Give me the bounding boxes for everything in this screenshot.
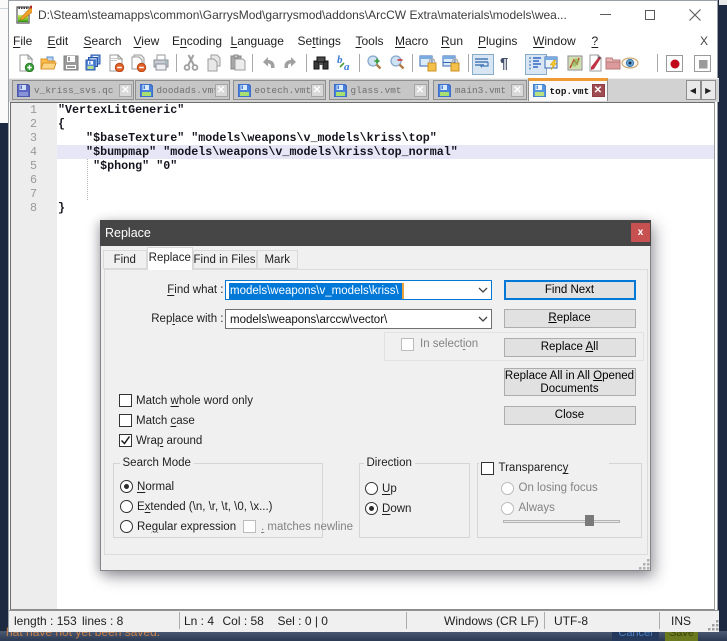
- svg-text:¶: ¶: [500, 55, 508, 72]
- svg-text:a: a: [344, 61, 350, 72]
